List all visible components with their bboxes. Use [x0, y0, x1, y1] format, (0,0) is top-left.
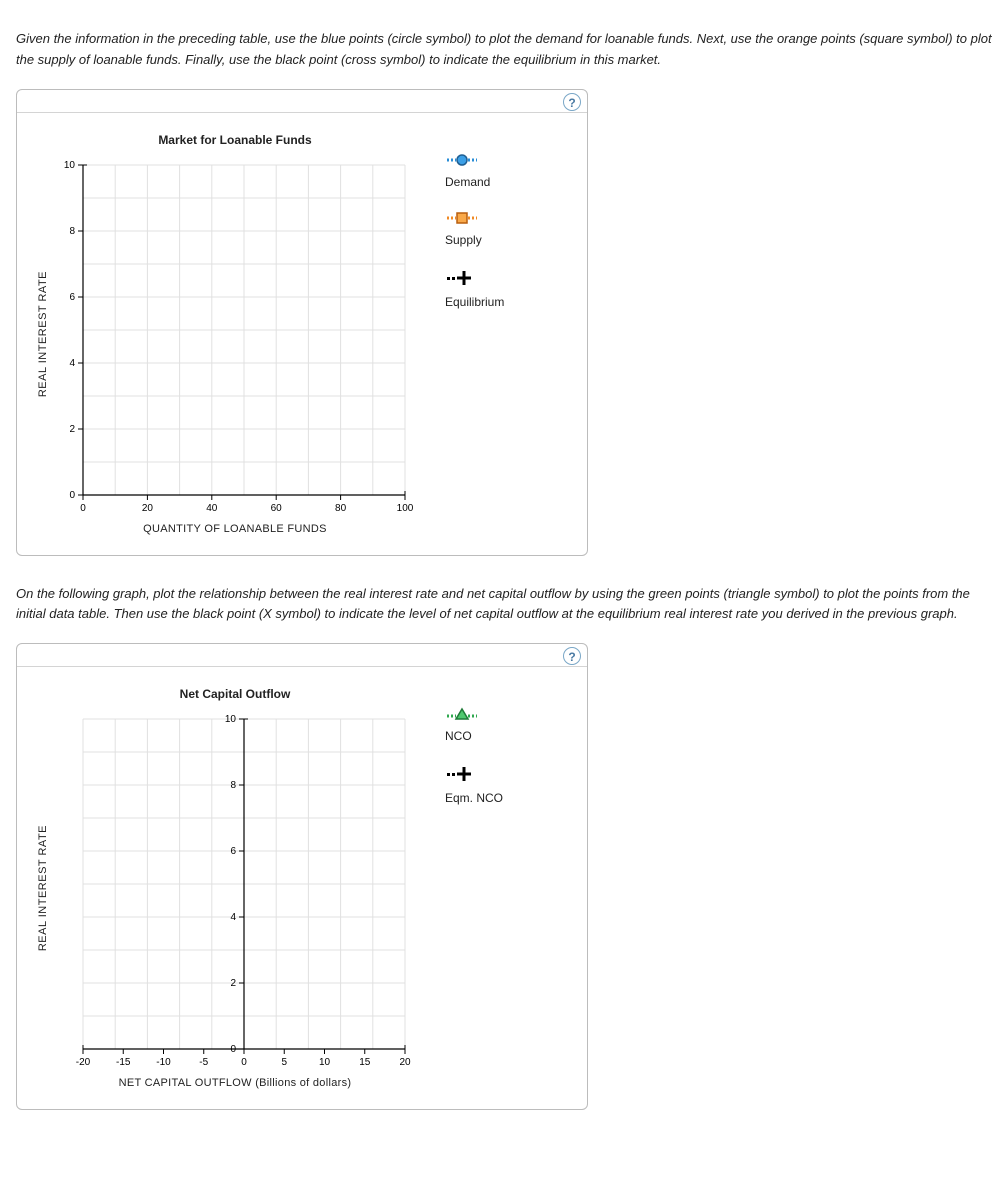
help-button[interactable]: ?: [563, 93, 581, 111]
graph-panel-loanable-funds: ? REAL INTEREST RATE Market for Loanable…: [16, 89, 588, 556]
svg-text:2: 2: [230, 978, 236, 989]
chart-area: REAL INTEREST RATE Market for Loanable F…: [37, 133, 415, 535]
svg-text:6: 6: [230, 846, 236, 857]
legend-item-equilibrium[interactable]: Equilibrium: [445, 269, 504, 309]
instruction-paragraph-1: Given the information in the preceding t…: [16, 29, 992, 71]
svg-text:4: 4: [230, 912, 236, 923]
graph-panel-nco: ? REAL INTEREST RATE Net Capital Outflow…: [16, 643, 588, 1110]
svg-text:2: 2: [69, 424, 75, 435]
chart-plot-area[interactable]: -20 -15 -10 -5 0 5 10 15 20 0 2 4 6 8 10: [55, 713, 415, 1073]
x-axis-label: NET CAPITAL OUTFLOW (Billions of dollars…: [119, 1077, 352, 1089]
svg-text:-20: -20: [76, 1057, 91, 1068]
chart-legend: NCO Eqm. NCO: [445, 687, 503, 1089]
plus-icon: [445, 765, 503, 783]
x-axis-label: QUANTITY OF LOANABLE FUNDS: [143, 523, 327, 535]
svg-text:0: 0: [80, 503, 86, 514]
panel-header: ?: [17, 90, 587, 113]
svg-text:4: 4: [69, 358, 75, 369]
y-axis-label: REAL INTEREST RATE: [37, 271, 49, 397]
svg-text:-5: -5: [199, 1057, 208, 1068]
chart-title: Market for Loanable Funds: [158, 133, 311, 147]
svg-text:0: 0: [230, 1044, 236, 1055]
legend-label: Equilibrium: [445, 295, 504, 309]
svg-text:6: 6: [69, 292, 75, 303]
svg-text:10: 10: [319, 1057, 331, 1068]
chart-column: Market for Loanable Funds 0 20 40 60 80 100 0 2…: [55, 133, 415, 535]
chart-plot-area[interactable]: 0 20 40 60 80 100 0 2 4 6 8 10: [55, 159, 415, 519]
legend-item-demand[interactable]: Demand: [445, 153, 504, 189]
circle-icon: [445, 153, 504, 167]
svg-text:20: 20: [399, 1057, 411, 1068]
instruction-paragraph-2: On the following graph, plot the relatio…: [16, 584, 992, 626]
svg-text:5: 5: [281, 1057, 287, 1068]
square-icon: [445, 211, 504, 225]
chart-legend: Demand Supply Equilibrium: [445, 133, 504, 535]
triangle-icon: [445, 707, 503, 721]
help-button[interactable]: ?: [563, 647, 581, 665]
svg-text:-15: -15: [116, 1057, 131, 1068]
svg-text:20: 20: [142, 503, 154, 514]
chart-title: Net Capital Outflow: [180, 687, 291, 701]
legend-item-nco[interactable]: NCO: [445, 707, 503, 743]
svg-text:0: 0: [69, 490, 75, 501]
chart-area: REAL INTEREST RATE Net Capital Outflow -…: [37, 687, 415, 1089]
svg-text:60: 60: [271, 503, 283, 514]
chart-column: Net Capital Outflow -20 -15 -10 -5 0 5 10 15 20 0…: [55, 687, 415, 1089]
legend-label: Demand: [445, 175, 490, 189]
panel-body: REAL INTEREST RATE Market for Loanable F…: [17, 113, 587, 555]
legend-label: Supply: [445, 233, 482, 247]
legend-item-eqm-nco[interactable]: Eqm. NCO: [445, 765, 503, 805]
svg-text:8: 8: [230, 780, 236, 791]
svg-text:10: 10: [64, 160, 76, 171]
y-axis-label: REAL INTEREST RATE: [37, 825, 49, 951]
legend-item-supply[interactable]: Supply: [445, 211, 504, 247]
svg-text:100: 100: [397, 503, 414, 514]
svg-text:10: 10: [225, 714, 237, 725]
svg-text:-10: -10: [156, 1057, 171, 1068]
legend-label: NCO: [445, 729, 472, 743]
svg-text:0: 0: [241, 1057, 247, 1068]
svg-text:15: 15: [359, 1057, 371, 1068]
svg-text:8: 8: [69, 226, 75, 237]
legend-label: Eqm. NCO: [445, 791, 503, 805]
panel-header: ?: [17, 644, 587, 667]
plus-icon: [445, 269, 504, 287]
panel-body: REAL INTEREST RATE Net Capital Outflow -…: [17, 667, 587, 1109]
svg-text:80: 80: [335, 503, 347, 514]
svg-text:40: 40: [206, 503, 218, 514]
